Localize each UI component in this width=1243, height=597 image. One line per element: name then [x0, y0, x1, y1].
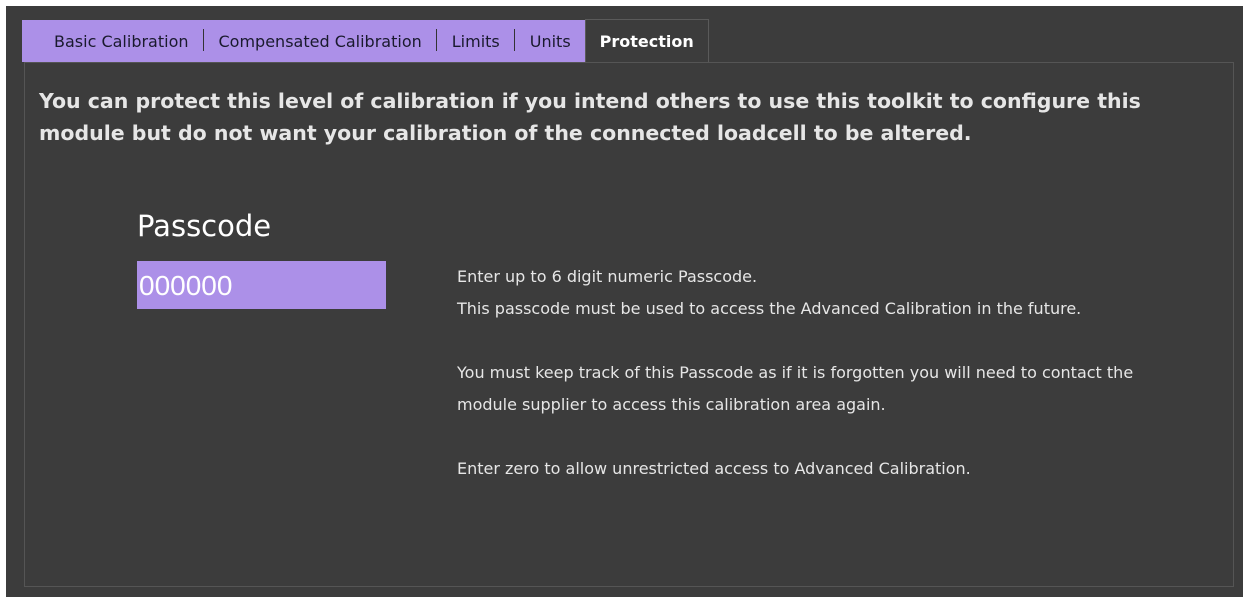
help-line-usage: This passcode must be used to access the…: [457, 299, 1082, 318]
tab-basic-calibration[interactable]: Basic Calibration: [22, 20, 203, 62]
help-line-digits: Enter up to 6 digit numeric Passcode.: [457, 267, 758, 286]
tab-separator: [435, 20, 437, 62]
tab-separator: [202, 20, 204, 62]
passcode-input[interactable]: [137, 261, 386, 309]
tab-compensated-calibration[interactable]: Compensated Calibration: [203, 20, 436, 62]
tab-protection[interactable]: Protection: [584, 19, 709, 62]
intro-text: You can protect this level of calibratio…: [39, 89, 1141, 145]
tab-limits[interactable]: Limits: [436, 20, 514, 62]
tab-units[interactable]: Units: [514, 20, 585, 62]
passcode-label: Passcode: [137, 209, 272, 243]
protection-panel: You can protect this level of calibratio…: [24, 62, 1234, 587]
help-line-zero: Enter zero to allow unrestricted access …: [457, 459, 971, 478]
help-line-forgotten: You must keep track of this Passcode as …: [457, 363, 1134, 414]
passcode-help: Enter up to 6 digit numeric Passcode. Th…: [457, 261, 1137, 485]
tab-separator: [513, 20, 515, 62]
tab-strip: Basic Calibration Compensated Calibratio…: [22, 19, 709, 62]
